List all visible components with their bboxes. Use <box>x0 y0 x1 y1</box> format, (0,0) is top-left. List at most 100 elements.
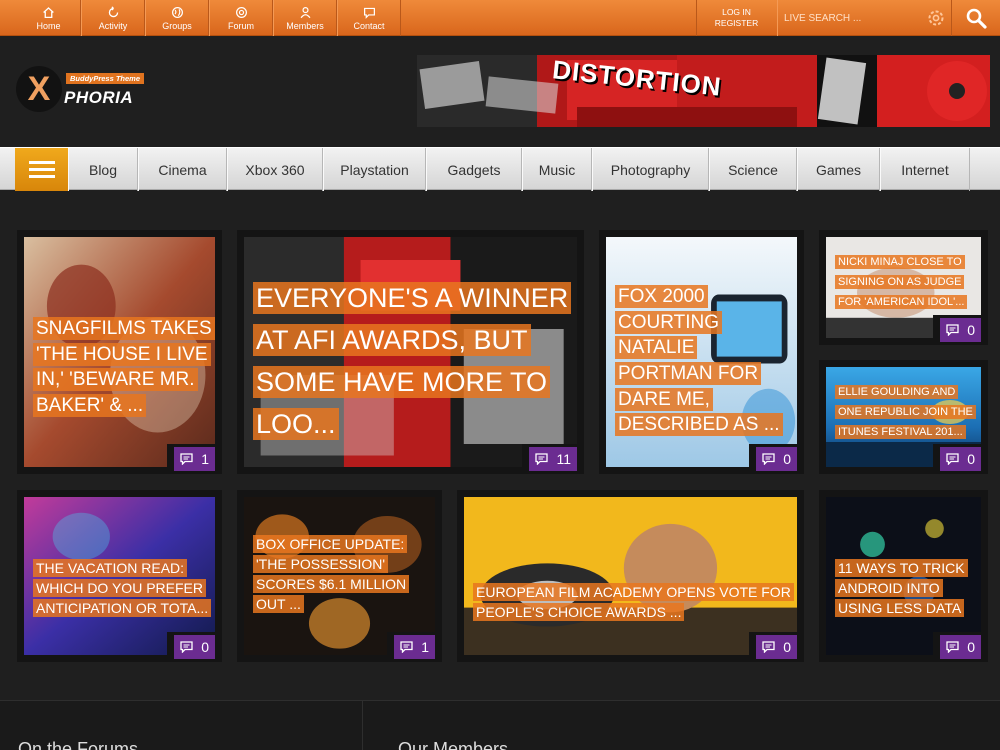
logo-tagline: BuddyPress Theme <box>66 73 145 84</box>
category-list: Blog Cinema Xbox 360 Playstation Gadgets… <box>68 148 970 191</box>
topnav-label: Contact <box>353 20 385 31</box>
post-title[interactable]: SNAGFILMS TAKES 'THE HOUSE I LIVE IN,' '… <box>33 317 215 417</box>
post-title[interactable]: THE VACATION READ: WHICH DO YOU PREFER A… <box>33 559 212 617</box>
post-caption: NICKI MINAJ CLOSE TO SIGNING ON AS JUDGE… <box>835 250 974 310</box>
comment-icon <box>535 453 549 465</box>
category-label: Playstation <box>340 161 409 178</box>
post-caption: ELLIE GOULDING AND ONE REPUBLIC JOIN THE… <box>835 380 976 440</box>
topnav-activity[interactable]: Activity <box>81 0 145 36</box>
post-tile[interactable]: FOX 2000 COURTING NATALIE PORTMAN FOR DA… <box>599 230 804 474</box>
logo-letter: X <box>27 70 51 108</box>
post-caption: EUROPEAN FILM ACADEMY OPENS VOTE FOR PEO… <box>473 582 794 622</box>
topnav-contact[interactable]: Contact <box>337 0 401 36</box>
live-search-input[interactable] <box>784 8 919 28</box>
topnav-label: Activity <box>98 20 128 31</box>
post-tile[interactable]: THE VACATION READ: WHICH DO YOU PREFER A… <box>17 490 222 662</box>
post-title[interactable]: FOX 2000 COURTING NATALIE PORTMAN FOR DA… <box>615 285 783 437</box>
footer-widgets: On the Forums Our Members <box>0 700 1000 750</box>
topnav-forum[interactable]: Forum <box>209 0 273 36</box>
comment-count[interactable]: 0 <box>933 632 988 662</box>
comment-number: 0 <box>967 451 975 467</box>
post-caption: FOX 2000 COURTING NATALIE PORTMAN FOR DA… <box>615 284 794 438</box>
comment-count[interactable]: 0 <box>749 444 804 474</box>
comment-number: 0 <box>967 639 975 655</box>
comment-count[interactable]: 1 <box>167 444 222 474</box>
comment-count[interactable]: 0 <box>167 632 222 662</box>
topnav-home[interactable]: Home <box>17 0 81 36</box>
comment-icon <box>180 453 193 465</box>
header-banner[interactable]: DISTORTION <box>417 55 990 127</box>
forums-heading: On the Forums <box>18 739 139 750</box>
comment-count[interactable]: 0 <box>933 315 988 345</box>
category-internet[interactable]: Internet <box>880 148 970 191</box>
post-title[interactable]: EVERYONE'S A WINNER AT AFI AWARDS, BUT S… <box>253 282 572 440</box>
comment-count[interactable]: 1 <box>387 632 442 662</box>
category-xbox-360[interactable]: Xbox 360 <box>227 148 323 191</box>
topnav-label: Home <box>36 20 61 31</box>
live-search <box>777 0 950 36</box>
category-label: Internet <box>901 161 949 178</box>
category-music[interactable]: Music <box>522 148 592 191</box>
contact-icon <box>363 7 375 19</box>
comment-number: 0 <box>967 322 975 338</box>
post-tile[interactable]: EVERYONE'S A WINNER AT AFI AWARDS, BUT S… <box>237 230 584 474</box>
post-tile[interactable]: SNAGFILMS TAKES 'THE HOUSE I LIVE IN,' '… <box>17 230 222 474</box>
category-label: Gadgets <box>447 161 501 178</box>
search-button[interactable] <box>951 0 1000 36</box>
site-logo[interactable]: X BuddyPress Theme PHORIA <box>16 66 156 116</box>
category-label: Photography <box>610 161 691 178</box>
comment-count[interactable]: 11 <box>522 444 584 474</box>
members-icon <box>300 6 310 18</box>
category-nav: Blog Cinema Xbox 360 Playstation Gadgets… <box>0 147 1000 191</box>
comment-number: 1 <box>201 451 209 467</box>
register-link[interactable]: REGISTER <box>715 18 758 29</box>
post-title[interactable]: 11 WAYS TO TRICK ANDROID INTO USING LESS… <box>835 559 968 617</box>
post-caption: 11 WAYS TO TRICK ANDROID INTO USING LESS… <box>835 558 974 618</box>
top-nav: Home Activity Groups Forum Members Conta… <box>17 0 401 36</box>
comment-number: 0 <box>783 639 791 655</box>
category-photography[interactable]: Photography <box>592 148 709 191</box>
globe-icon <box>171 6 183 18</box>
comment-icon <box>946 324 959 336</box>
comment-icon <box>946 641 959 653</box>
topnav-label: Forum <box>227 20 254 31</box>
post-tile[interactable]: NICKI MINAJ CLOSE TO SIGNING ON AS JUDGE… <box>819 230 988 345</box>
post-tile[interactable]: ELLIE GOULDING AND ONE REPUBLIC JOIN THE… <box>819 360 988 474</box>
home-icon <box>43 6 54 18</box>
topnav-label: Members <box>286 20 324 31</box>
comment-icon <box>946 453 959 465</box>
post-tile[interactable]: EUROPEAN FILM ACADEMY OPENS VOTE FOR PEO… <box>457 490 804 662</box>
post-title[interactable]: BOX OFFICE UPDATE: 'THE POSSESSION' SCOR… <box>253 535 410 613</box>
comment-icon <box>400 641 413 653</box>
topnav-members[interactable]: Members <box>273 0 337 36</box>
login-link[interactable]: LOG IN <box>722 7 751 18</box>
topnav-groups[interactable]: Groups <box>145 0 209 36</box>
comment-icon <box>762 453 775 465</box>
topnav-label: Groups <box>162 20 192 31</box>
post-thumbnail <box>464 497 797 655</box>
activity-icon <box>108 5 118 17</box>
category-games[interactable]: Games <box>797 148 880 191</box>
post-tile[interactable]: 11 WAYS TO TRICK ANDROID INTO USING LESS… <box>819 490 988 662</box>
post-title[interactable]: ELLIE GOULDING AND ONE REPUBLIC JOIN THE… <box>835 385 976 439</box>
post-caption: EVERYONE'S A WINNER AT AFI AWARDS, BUT S… <box>253 278 574 445</box>
comment-number: 0 <box>783 451 791 467</box>
comment-count[interactable]: 0 <box>933 444 988 474</box>
comment-count[interactable]: 0 <box>749 632 804 662</box>
post-tile[interactable]: BOX OFFICE UPDATE: 'THE POSSESSION' SCOR… <box>237 490 442 662</box>
category-cinema[interactable]: Cinema <box>138 148 227 191</box>
category-label: Blog <box>88 161 118 178</box>
menu-toggle-button[interactable] <box>15 148 68 191</box>
category-science[interactable]: Science <box>709 148 797 191</box>
post-title[interactable]: EUROPEAN FILM ACADEMY OPENS VOTE FOR PEO… <box>473 583 794 621</box>
comment-icon <box>762 641 775 653</box>
category-playstation[interactable]: Playstation <box>323 148 426 191</box>
footer-divider <box>362 701 363 750</box>
post-title[interactable]: NICKI MINAJ CLOSE TO SIGNING ON AS JUDGE… <box>835 255 968 309</box>
category-gadgets[interactable]: Gadgets <box>426 148 522 191</box>
post-caption: SNAGFILMS TAKES 'THE HOUSE I LIVE IN,' '… <box>33 316 215 419</box>
forum-icon <box>235 6 247 18</box>
category-blog[interactable]: Blog <box>68 148 138 191</box>
gear-icon[interactable] <box>926 8 946 28</box>
auth-links: LOG IN REGISTER <box>696 0 776 36</box>
